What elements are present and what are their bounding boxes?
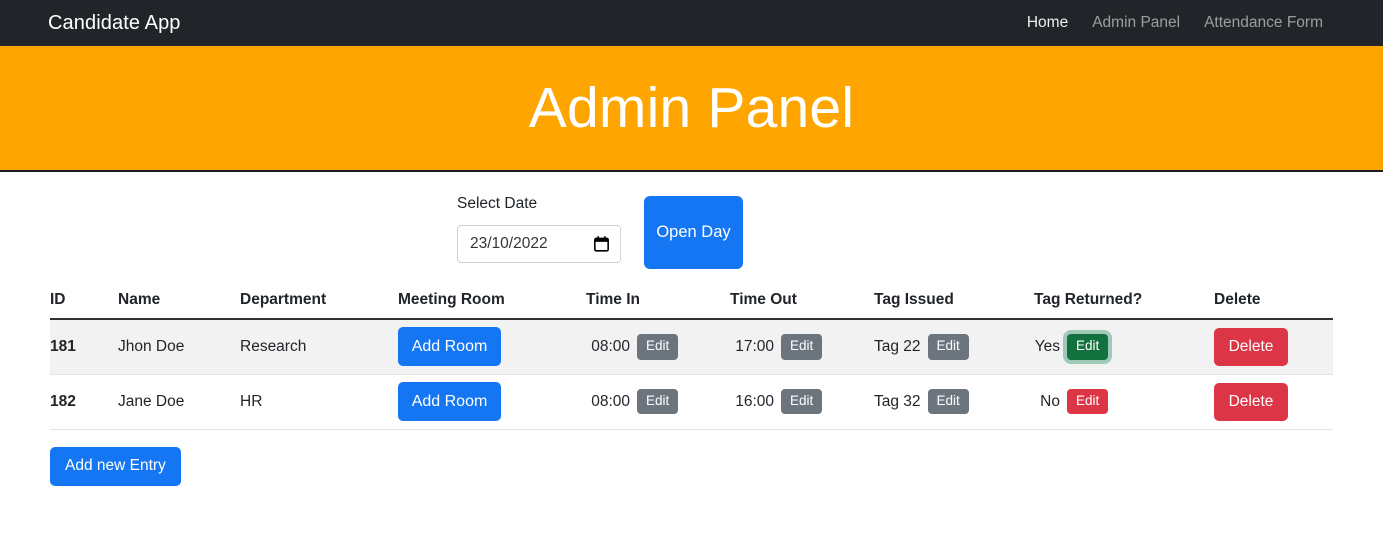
- cell-department: Research: [240, 319, 398, 375]
- column-header-delete: Delete: [1214, 283, 1333, 320]
- tag-issued-value: Tag 32: [874, 392, 921, 410]
- add-room-button[interactable]: Add Room: [398, 382, 501, 421]
- cell-tag-issued: Tag 22 Edit: [874, 319, 1034, 375]
- time-in-value: 08:00: [591, 337, 630, 355]
- cell-meeting-room: Add Room: [398, 319, 586, 375]
- tag-issued-group: Tag 22 Edit: [874, 333, 1034, 360]
- primary-nav: Home Admin Panel Attendance Form: [1015, 14, 1367, 32]
- cell-name: Jane Doe: [118, 374, 240, 430]
- table-row: 182 Jane Doe HR Add Room 08:00 Edit 16:0…: [50, 374, 1333, 430]
- time-in-group: 08:00 Edit: [586, 333, 730, 360]
- entries-table-container: ID Name Department Meeting Room Time In …: [0, 283, 1383, 430]
- edit-time-in-button[interactable]: Edit: [637, 388, 679, 415]
- nav-link-home[interactable]: Home: [1015, 14, 1080, 32]
- cell-meeting-room: Add Room: [398, 374, 586, 430]
- tag-issued-group: Tag 32 Edit: [874, 388, 1034, 415]
- column-header-tag-issued: Tag Issued: [874, 283, 1034, 320]
- add-new-entry-button[interactable]: Add new Entry: [50, 446, 181, 486]
- nav-link-attendance-form[interactable]: Attendance Form: [1192, 14, 1335, 32]
- time-out-group: 16:00 Edit: [730, 388, 874, 415]
- edit-time-in-button[interactable]: Edit: [637, 333, 679, 360]
- date-input-value: 23/10/2022: [470, 234, 548, 252]
- time-in-group: 08:00 Edit: [586, 388, 730, 415]
- tag-returned-value: No: [1040, 392, 1060, 410]
- entries-table: ID Name Department Meeting Room Time In …: [50, 283, 1333, 430]
- delete-row-button[interactable]: Delete: [1214, 382, 1288, 421]
- cell-time-out: 17:00 Edit: [730, 319, 874, 375]
- column-header-time-in: Time In: [586, 283, 730, 320]
- edit-tag-issued-button[interactable]: Edit: [927, 388, 969, 415]
- edit-time-out-button[interactable]: Edit: [781, 388, 823, 415]
- calendar-icon[interactable]: [594, 235, 609, 252]
- nav-link-admin-panel[interactable]: Admin Panel: [1080, 14, 1192, 32]
- edit-time-out-button[interactable]: Edit: [781, 333, 823, 360]
- cell-id: 181: [50, 319, 118, 375]
- cell-name: Jhon Doe: [118, 319, 240, 375]
- cell-time-in: 08:00 Edit: [586, 319, 730, 375]
- cell-time-out: 16:00 Edit: [730, 374, 874, 430]
- date-controls: Select Date 23/10/2022 Open Day: [457, 172, 1383, 280]
- delete-row-button[interactable]: Delete: [1214, 327, 1288, 366]
- app-brand-title[interactable]: Candidate App: [48, 12, 181, 35]
- cell-department: HR: [240, 374, 398, 430]
- edit-tag-issued-button[interactable]: Edit: [927, 333, 969, 360]
- table-head: ID Name Department Meeting Room Time In …: [50, 283, 1333, 320]
- column-header-id: ID: [50, 283, 118, 320]
- add-room-button[interactable]: Add Room: [398, 327, 501, 367]
- tag-returned-group: Yes Edit: [1034, 333, 1214, 360]
- top-navbar: Candidate App Home Admin Panel Attendanc…: [0, 0, 1383, 46]
- column-header-name: Name: [118, 283, 240, 320]
- time-in-value: 08:00: [591, 392, 630, 410]
- tag-returned-group: No Edit: [1034, 388, 1214, 415]
- tag-returned-value: Yes: [1034, 337, 1060, 355]
- table-body: 181 Jhon Doe Research Add Room 08:00 Edi…: [50, 319, 1333, 430]
- column-header-tag-returned: Tag Returned?: [1034, 283, 1214, 320]
- column-header-meeting-room: Meeting Room: [398, 283, 586, 320]
- cell-id: 182: [50, 374, 118, 430]
- column-header-department: Department: [240, 283, 398, 320]
- cell-delete: Delete: [1214, 319, 1333, 375]
- open-day-button[interactable]: Open Day: [644, 196, 743, 269]
- edit-tag-returned-button[interactable]: Edit: [1067, 388, 1109, 415]
- table-header-row: ID Name Department Meeting Room Time In …: [50, 283, 1333, 320]
- time-out-value: 16:00: [735, 392, 774, 410]
- select-date-group: Select Date 23/10/2022: [457, 196, 621, 263]
- cell-tag-returned: No Edit: [1034, 374, 1214, 430]
- table-row: 181 Jhon Doe Research Add Room 08:00 Edi…: [50, 319, 1333, 375]
- time-out-group: 17:00 Edit: [730, 333, 874, 360]
- cell-delete: Delete: [1214, 374, 1333, 430]
- column-header-time-out: Time Out: [730, 283, 874, 320]
- select-date-label: Select Date: [457, 195, 538, 212]
- cell-time-in: 08:00 Edit: [586, 374, 730, 430]
- cell-tag-returned: Yes Edit: [1034, 319, 1214, 375]
- date-input[interactable]: 23/10/2022: [457, 224, 621, 263]
- edit-tag-returned-button[interactable]: Edit: [1067, 333, 1109, 360]
- page-banner: Admin Panel: [0, 46, 1383, 172]
- cell-tag-issued: Tag 32 Edit: [874, 374, 1034, 430]
- tag-issued-value: Tag 22: [874, 337, 921, 355]
- page-title: Admin Panel: [528, 75, 855, 140]
- time-out-value: 17:00: [735, 337, 774, 355]
